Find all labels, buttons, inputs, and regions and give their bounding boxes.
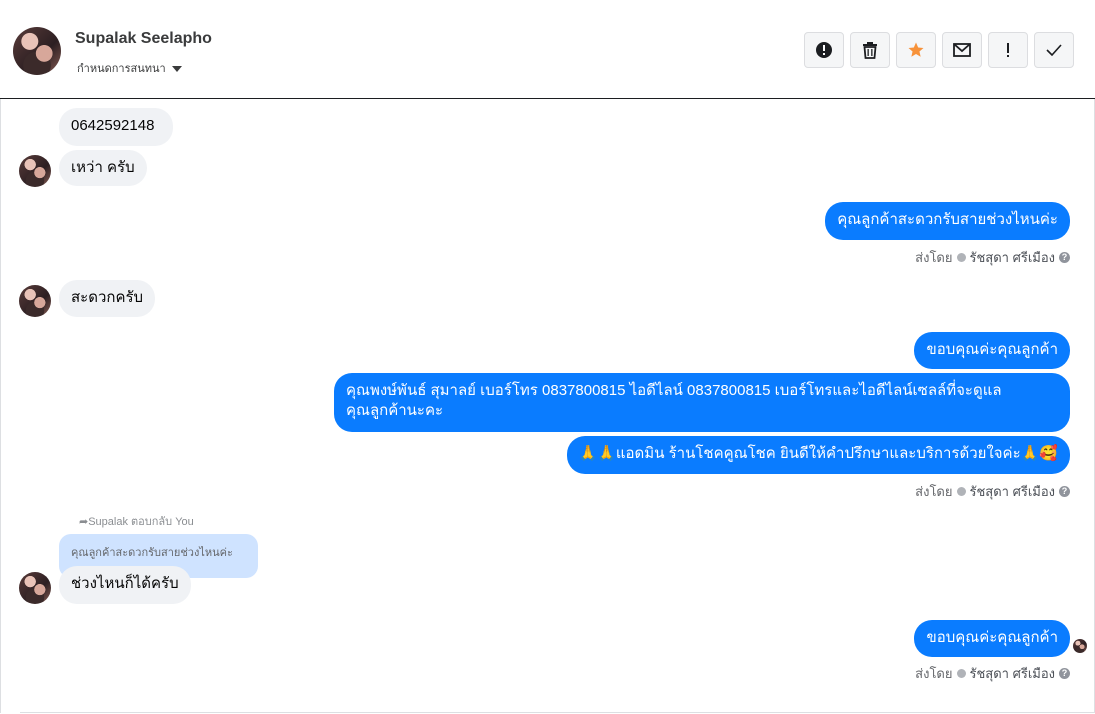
outgoing-message[interactable]: คุณลูกค้าสะดวกรับสายช่วงไหนค่ะ: [825, 202, 1070, 240]
mark-unread-button[interactable]: [942, 32, 982, 68]
reply-header: ➦Supalak ตอบกลับ You: [79, 512, 194, 530]
contact-avatar-small: [19, 572, 51, 604]
help-icon[interactable]: ?: [1059, 486, 1070, 497]
conversation-schedule-label: กำหนดการสนทนา: [77, 63, 166, 75]
help-icon[interactable]: ?: [1059, 252, 1070, 263]
sent-by-agent[interactable]: รัชสุดา ศรีเมือง: [970, 481, 1056, 502]
sent-by-info: ส่งโดย รัชสุดา ศรีเมือง ?: [915, 663, 1070, 684]
exclamation-icon: [1007, 43, 1009, 57]
sent-by-info: ส่งโดย รัชสุดา ศรีเมือง ?: [915, 481, 1070, 502]
envelope-icon: [953, 43, 971, 57]
caret-down-icon: [171, 65, 182, 72]
outgoing-message[interactable]: คุณพงษ์พันธ์ สุมาลย์ เบอร์โทร 0837800815…: [334, 373, 1070, 432]
reply-header-text: Supalak ตอบกลับ You: [88, 516, 194, 528]
sent-by-label: ส่งโดย: [915, 666, 953, 681]
alert-circle-icon: [816, 42, 832, 58]
outgoing-message[interactable]: ขอบคุณค่ะคุณลูกค้า: [914, 620, 1070, 657]
incoming-message[interactable]: ช่วงไหนก็ได้ครับ: [59, 566, 191, 604]
conversation-header: Supalak Seelapho กำหนดการสนทนา: [0, 0, 1095, 99]
incoming-message[interactable]: สะดวกครับ: [59, 280, 156, 317]
sent-by-agent[interactable]: รัชสุดา ศรีเมือง: [970, 247, 1056, 268]
done-button[interactable]: [1034, 32, 1074, 68]
sent-by-info: ส่งโดย รัชสุดา ศรีเมือง ?: [915, 247, 1070, 268]
star-button[interactable]: [896, 32, 936, 68]
agent-status-icon: [956, 669, 966, 678]
agent-status-icon: [956, 253, 966, 262]
contact-avatar[interactable]: [13, 27, 61, 75]
conversation-schedule-dropdown[interactable]: กำหนดการสนทนา: [77, 59, 182, 77]
sent-by-label: ส่งโดย: [915, 250, 953, 265]
contact-name[interactable]: Supalak Seelapho: [75, 30, 212, 48]
report-button[interactable]: [804, 32, 844, 68]
sent-by-label: ส่งโดย: [915, 484, 953, 499]
trash-icon: [863, 42, 877, 59]
composer-divider: [20, 712, 1095, 713]
header-actions: [804, 32, 1074, 68]
agent-status-icon: [956, 487, 966, 496]
message-line: คุณพงษ์พันธ์ สุมาลย์ เบอร์โทร 0837800815…: [346, 382, 1002, 399]
important-button[interactable]: [988, 32, 1028, 68]
star-icon: [908, 42, 924, 57]
sent-by-agent[interactable]: รัชสุดา ศรีเมือง: [970, 663, 1056, 684]
incoming-message[interactable]: 0642592148: [59, 108, 173, 146]
contact-avatar-small: [19, 285, 51, 317]
outgoing-message[interactable]: 🙏🙏แอดมิน ร้านโชคคูณโชค ยินดีให้คำปรึกษาแ…: [566, 436, 1070, 474]
incoming-message[interactable]: เหว่า ครับ: [59, 150, 147, 186]
contact-avatar-small: [19, 155, 51, 187]
check-icon: [1046, 44, 1062, 56]
delete-button[interactable]: [850, 32, 890, 68]
help-icon[interactable]: ?: [1059, 668, 1070, 679]
reply-arrow-icon: ➦: [79, 516, 89, 528]
seen-avatar: [1073, 639, 1087, 653]
outgoing-message[interactable]: ขอบคุณค่ะคุณลูกค้า: [914, 332, 1070, 369]
message-line: คุณลูกค้านะคะ: [346, 402, 444, 419]
